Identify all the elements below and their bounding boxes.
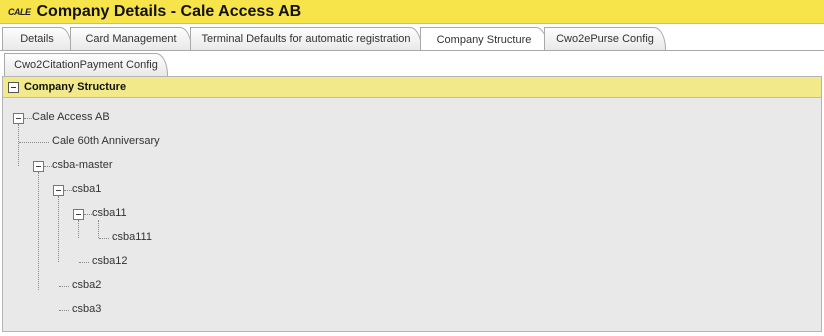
tree-connector [44,166,52,167]
collapse-toggle-icon[interactable] [13,113,24,124]
tree-connector [84,214,92,215]
tab-row-divider [0,50,824,51]
tree-connector [19,142,49,143]
tree-connector [24,118,32,119]
collapse-toggle-icon[interactable] [53,185,64,196]
tab-label: Cwo2ePurse Config [556,33,654,45]
tab-cwo2epurse-config[interactable]: Cwo2ePurse Config [544,27,666,50]
tab-label: Terminal Defaults for automatic registra… [201,33,411,45]
tree-node-cale-access-ab[interactable]: Cale Access AB [32,111,110,123]
tree-node-csba11[interactable]: csba11 [92,207,127,219]
tab-details[interactable]: Details [2,27,72,50]
company-tree: Cale Access AB Cale 60th Anniversary csb… [3,77,821,331]
tab-card-management[interactable]: Card Management [70,27,192,50]
tree-connector [58,196,59,262]
tree-node-csba1[interactable]: csba1 [72,183,101,195]
tree-connector [78,220,79,238]
tab-label: Details [20,33,54,45]
tree-node-csba3[interactable]: csba3 [72,303,101,315]
collapse-toggle-icon[interactable] [33,161,44,172]
tree-connector [38,172,39,290]
tree-connector [79,262,89,263]
tab-label: Company Structure [436,33,532,46]
title-bar: CALE Company Details - Cale Access AB [0,0,824,24]
tab-terminal-defaults[interactable]: Terminal Defaults for automatic registra… [190,27,422,50]
tree-node-csba111[interactable]: csba111 [112,231,152,243]
tab-label: Cwo2CitationPayment Config [14,59,158,71]
tree-connector [64,190,72,191]
tab-label: Card Management [85,33,177,45]
tree-connector [59,286,69,287]
tab-company-structure[interactable]: Company Structure [420,27,548,51]
tab-bar: Details Card Management Terminal Default… [0,26,824,78]
tree-connector [59,310,69,311]
tree-node-csba2[interactable]: csba2 [72,279,101,291]
page-title: Company Details - Cale Access AB [36,2,302,20]
cale-logo: CALE [8,6,31,17]
collapse-toggle-icon[interactable] [73,209,84,220]
tree-node-csba-master[interactable]: csba-master [52,159,113,171]
tab-cwo2citationpayment-config[interactable]: Cwo2CitationPayment Config [4,53,168,76]
tree-node-cale-60th-anniversary[interactable]: Cale 60th Anniversary [52,135,160,147]
tree-connector [18,124,19,166]
tree-node-csba12[interactable]: csba12 [92,255,127,267]
tree-connector [98,220,99,238]
tree-connector [99,238,109,239]
company-structure-panel: Company Structure Cale Access AB Cale 60… [2,76,822,332]
